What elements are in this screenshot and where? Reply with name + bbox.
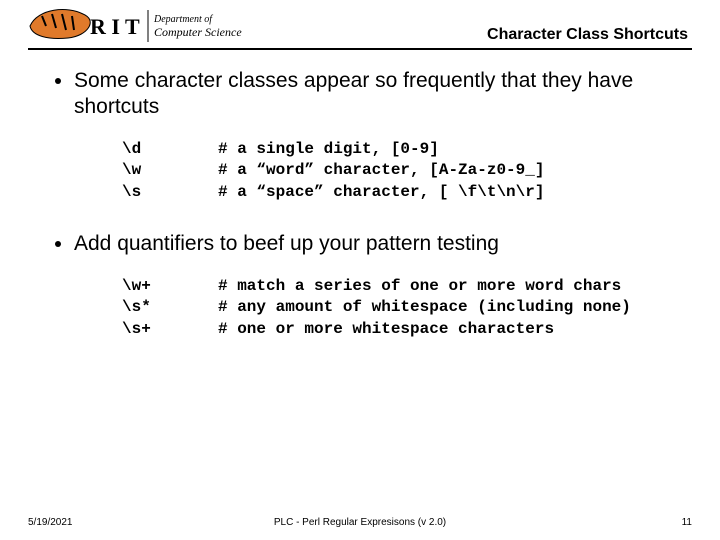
logo-svg: R I T Department of Computer Science — [28, 6, 258, 46]
slide-header: R I T Department of Computer Science Cha… — [28, 6, 692, 50]
code-row: \w+ # match a series of one or more word… — [122, 276, 690, 298]
code-row: \s+ # one or more whitespace characters — [122, 319, 690, 341]
code-comment: # a “space” character, [ \f\t\n\r] — [218, 182, 544, 204]
code-comment: # any amount of whitespace (including no… — [218, 297, 631, 319]
code-token: \s — [122, 182, 218, 204]
code-token: \s* — [122, 297, 218, 319]
footer-page: 11 — [682, 517, 692, 528]
code-row: \s* # any amount of whitespace (includin… — [122, 297, 690, 319]
bullet-1: Some character classes appear so frequen… — [74, 68, 690, 203]
code-row: \d # a single digit, [0-9] — [122, 139, 690, 161]
code-token: \d — [122, 139, 218, 161]
logo-dept-line1: Department of — [153, 14, 213, 25]
code-token: \w — [122, 160, 218, 182]
slide-content: Some character classes appear so frequen… — [50, 68, 690, 368]
footer-middle: PLC - Perl Regular Expresisons (v 2.0) — [28, 517, 692, 528]
slide-title: Character Class Shortcuts — [487, 26, 688, 44]
code-block-1: \d # a single digit, [0-9] \w # a “word”… — [122, 139, 690, 204]
code-comment: # a “word” character, [A-Za-z0-9_] — [218, 160, 544, 182]
bullet-2: Add quantifiers to beef up your pattern … — [74, 231, 690, 340]
code-block-2: \w+ # match a series of one or more word… — [122, 276, 690, 341]
bullet-list: Some character classes appear so frequen… — [50, 68, 690, 340]
code-token: \s+ — [122, 319, 218, 341]
code-row: \w # a “word” character, [A-Za-z0-9_] — [122, 160, 690, 182]
code-comment: # one or more whitespace characters — [218, 319, 554, 341]
bullet-2-text: Add quantifiers to beef up your pattern … — [74, 232, 499, 255]
code-comment: # match a series of one or more word cha… — [218, 276, 621, 298]
code-row: \s # a “space” character, [ \f\t\n\r] — [122, 182, 690, 204]
logo-rit-text: R I T — [90, 14, 140, 39]
code-comment: # a single digit, [0-9] — [218, 139, 439, 161]
slide: R I T Department of Computer Science Cha… — [0, 0, 720, 540]
code-token: \w+ — [122, 276, 218, 298]
bullet-1-text: Some character classes appear so frequen… — [74, 69, 633, 118]
rit-logo: R I T Department of Computer Science — [28, 6, 258, 46]
logo-dept-line2: Computer Science — [154, 25, 242, 39]
header-rule — [28, 48, 692, 50]
